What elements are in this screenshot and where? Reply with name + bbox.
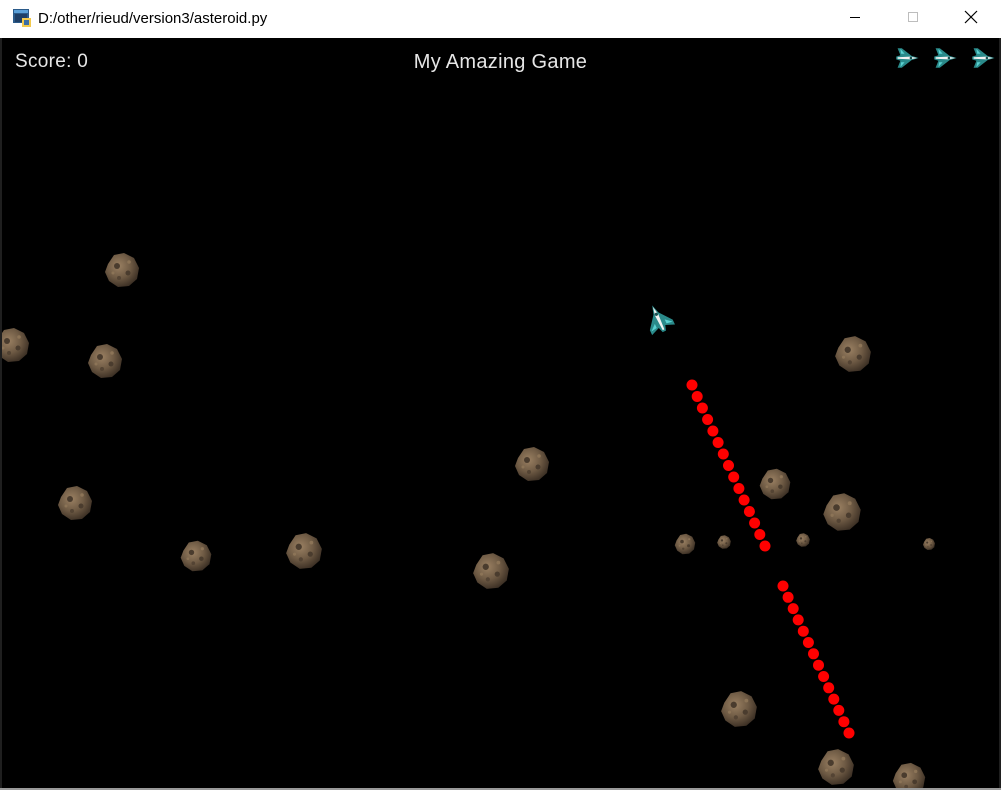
bullet [717, 448, 729, 460]
asteroid [835, 336, 871, 372]
asteroid [796, 533, 810, 547]
window-title: D:/other/rieud/version3/asteroid.py [38, 10, 268, 27]
bullet [802, 637, 814, 648]
asteroid [823, 493, 861, 531]
game-scene [2, 48, 995, 788]
bullet [782, 591, 794, 603]
bullet [813, 659, 824, 671]
asteroid [473, 553, 509, 589]
asteroid [515, 447, 549, 481]
asteroid [923, 538, 935, 550]
asteroid [759, 468, 791, 500]
asteroid [88, 344, 122, 378]
asteroid [818, 749, 854, 785]
bullet [759, 540, 771, 552]
bullet [797, 625, 809, 637]
bullet [686, 379, 698, 391]
bullet [707, 425, 719, 437]
bullet [808, 648, 819, 660]
spaceship-icon [640, 299, 676, 337]
bullet [733, 483, 745, 494]
bullet [792, 614, 804, 626]
asteroid-field [2, 253, 935, 788]
bullet [787, 603, 799, 615]
game-title: My Amazing Game [413, 51, 588, 73]
game-canvas[interactable]: Score: 0 My Amazing Game [2, 38, 999, 788]
bullet-trail [686, 379, 855, 739]
bullet [833, 704, 845, 716]
minimize-button[interactable] [832, 0, 878, 38]
app-window: D:/other/rieud/version3/asteroid.py Scor… [0, 0, 1001, 790]
bullet [712, 437, 724, 448]
bullet [723, 460, 734, 471]
asteroid [721, 691, 757, 727]
asteroid [717, 535, 731, 549]
asteroid [892, 762, 926, 788]
bullet [823, 682, 835, 694]
bullet [702, 414, 714, 425]
asteroid [105, 253, 139, 287]
maximize-icon [907, 10, 919, 28]
bullet [749, 517, 761, 529]
bullet [743, 506, 755, 517]
bullet [696, 402, 708, 414]
asteroid [2, 328, 29, 362]
bullet [754, 529, 766, 540]
bullet [738, 494, 750, 506]
maximize-button[interactable] [890, 0, 936, 38]
minimize-icon [849, 10, 861, 28]
python-icon [13, 9, 31, 27]
asteroid [180, 540, 212, 572]
bullet [777, 580, 789, 592]
asteroid [674, 533, 696, 555]
asteroid [286, 533, 322, 569]
bullet [691, 391, 703, 402]
bullet [728, 471, 740, 483]
bullet [818, 671, 830, 682]
close-icon [964, 10, 978, 29]
player-ship [640, 299, 676, 337]
bullet [838, 716, 850, 728]
title-bar[interactable]: D:/other/rieud/version3/asteroid.py [0, 0, 1001, 38]
bullet [828, 693, 840, 705]
close-button[interactable] [948, 0, 994, 38]
asteroid [58, 486, 92, 520]
bullet [843, 727, 855, 739]
